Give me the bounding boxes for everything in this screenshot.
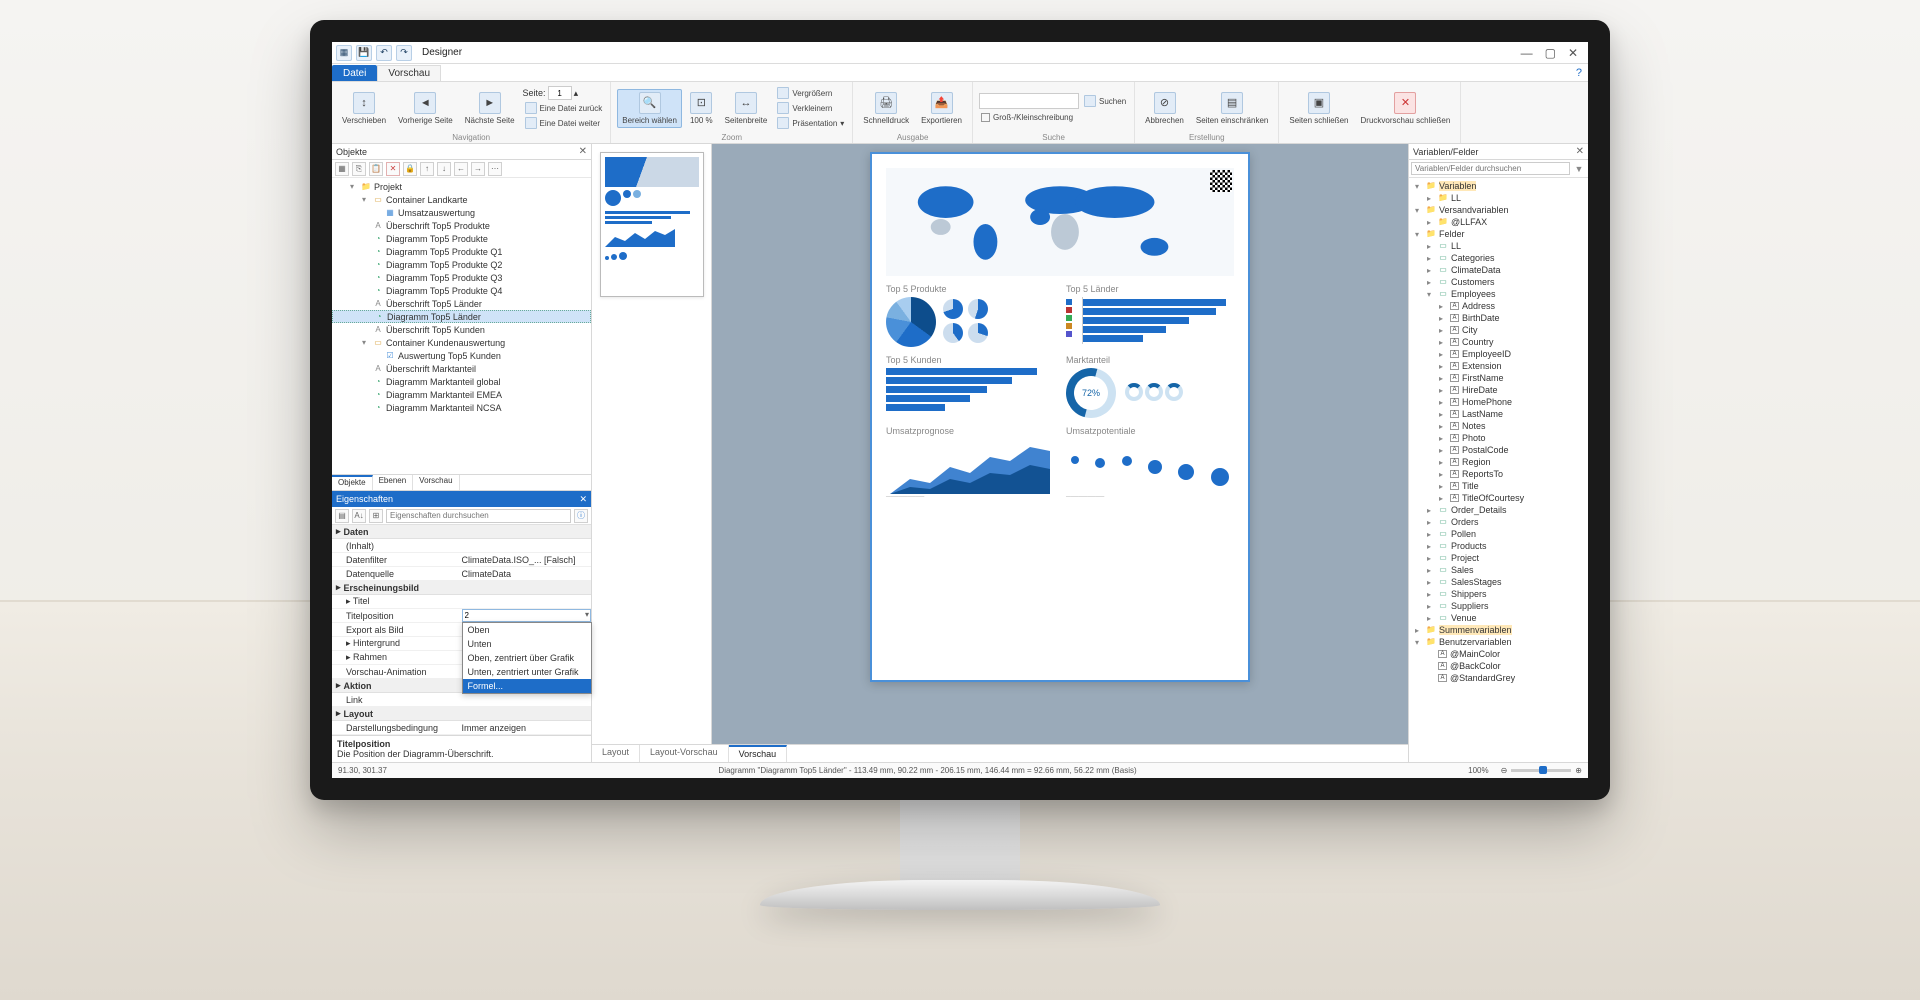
props-search-input[interactable] [386,509,571,523]
zoom-label: 100% [1468,766,1488,775]
presentation-button[interactable]: Präsentation ▾ [775,116,846,130]
vars-panel-header: Variablen/Felder✕ [1409,144,1588,160]
close-preview-button[interactable]: ✕Druckvorschau schließen [1357,90,1455,127]
search-button[interactable]: Suchen [1082,93,1128,109]
props-info-icon[interactable]: ⓘ [574,509,588,523]
spinner-up-icon[interactable]: ▴ [574,88,579,99]
center-tab-layout[interactable]: Layout [592,745,640,762]
maximize-button[interactable]: ▢ [1545,46,1556,60]
tb-down-icon[interactable]: ↓ [437,162,451,176]
next-page-button[interactable]: ►Nächste Seite [461,90,519,127]
ribbon-tabstrip: Datei Vorschau ? [332,64,1588,82]
tb-copy-icon[interactable]: ⎘ [352,162,366,176]
zoom-slider[interactable]: ⊖ ⊕ [1501,766,1582,775]
search-input[interactable] [979,93,1079,109]
tab-preview[interactable]: Vorschau [377,65,441,81]
help-icon[interactable]: ? [1570,65,1588,81]
zoom-in-icon[interactable]: ⊕ [1575,766,1582,775]
minimize-button[interactable]: — [1521,46,1533,60]
tb-up-icon[interactable]: ↑ [420,162,434,176]
page-input[interactable] [548,86,572,100]
forecast-chart: Umsatzprognose ───────── [886,426,1054,500]
export-button[interactable]: 📤Exportieren [917,90,966,127]
center-tab-layout-preview[interactable]: Layout-Vorschau [640,745,729,762]
objects-tree[interactable]: ▾📁Projekt ▾▭Container Landkarte ▦Umsatza… [332,178,591,474]
vars-close-icon[interactable]: ✕ [1576,146,1584,157]
file-back-button[interactable]: Eine Datei zurück [523,101,605,115]
prev-page-button[interactable]: ◄Vorherige Seite [394,90,457,127]
qat-redo-icon[interactable]: ↷ [396,45,412,61]
select-area-button[interactable]: 🔍Bereich wählen [617,89,682,128]
qr-code [1210,170,1232,192]
preview-area[interactable]: Top 5 Produkte [712,144,1408,744]
zoom-out-icon[interactable]: ⊖ [1501,766,1508,775]
qat-undo-icon[interactable]: ↶ [376,45,392,61]
objects-tab[interactable]: Objekte [332,475,373,490]
center-tab-preview[interactable]: Vorschau [729,745,788,762]
close-button[interactable]: ✕ [1568,46,1578,60]
case-sensitive-checkbox[interactable]: Groß-/Kleinschreibung [979,112,1128,123]
window-title: Designer [422,47,462,58]
page-spinner[interactable]: Seite: ▴ [523,86,605,100]
tb-delete-icon[interactable]: ✕ [386,162,400,176]
top5-products-chart: Top 5 Produkte [886,284,1054,347]
props-expand-icon[interactable]: ⊞ [369,509,383,523]
report-page: Top 5 Produkte [870,152,1250,682]
move-button[interactable]: ↕Verschieben [338,90,390,127]
qat-app-icon[interactable]: ▦ [336,45,352,61]
restrict-pages-button[interactable]: ▤Seiten einschränken [1192,90,1273,127]
world-map-chart [886,168,1234,276]
objects-close-icon[interactable]: ✕ [579,146,587,157]
cancel-button[interactable]: ⊘Abbrechen [1141,90,1188,127]
page-thumbnail[interactable] [600,152,704,297]
vars-tree[interactable]: ▾📁Variablen ▸📁LL ▾📁Versandvariablen ▸📁@L… [1409,178,1588,762]
objects-toolbar: ▦ ⎘ 📋 ✕ 🔒 ↑ ↓ ← → ⋯ [332,160,591,178]
status-bar: 91.30, 301.37 Diagramm "Diagramm Top5 Lä… [332,762,1588,778]
tb-left-icon[interactable]: ← [454,162,468,176]
preview-tab[interactable]: Vorschau [413,475,459,490]
tb-lock-icon[interactable]: 🔒 [403,162,417,176]
tb-right-icon[interactable]: → [471,162,485,176]
quickprint-button[interactable]: 🖨Schnelldruck [859,90,913,127]
close-pages-button[interactable]: ▣Seiten schließen [1285,90,1352,127]
props-close-icon[interactable]: ✕ [579,494,587,505]
ribbon: ↕Verschieben ◄Vorherige Seite ►Nächste S… [332,82,1588,144]
zoom-100-button[interactable]: ⊡100 % [686,90,717,127]
qat-save-icon[interactable]: 💾 [356,45,372,61]
vars-search-input[interactable] [1411,162,1570,175]
file-forward-button[interactable]: Eine Datei weiter [523,116,605,130]
props-cat-icon[interactable]: ▤ [335,509,349,523]
selected-tree-item: ◔Diagramm Top5 Länder [332,310,591,323]
selection-info: Diagramm "Diagramm Top5 Länder" - 113.49… [718,766,1136,775]
layers-tab[interactable]: Ebenen [373,475,414,490]
top5-countries-chart: Top 5 Länder [1066,284,1234,347]
cursor-position: 91.30, 301.37 [338,766,387,775]
objects-panel-header: Objekte✕ [332,144,591,160]
titleposition-value[interactable]: ▾ Oben Unten Oben, zentriert über Grafik… [462,609,592,622]
tab-file[interactable]: Datei [332,65,377,81]
thumbnail-strip[interactable] [592,144,712,744]
marketshare-chart: Marktanteil 72% [1066,355,1234,418]
tb-new-icon[interactable]: ▦ [335,162,349,176]
filter-icon[interactable]: ▼ [1572,162,1586,176]
tb-more-icon[interactable]: ⋯ [488,162,502,176]
zoom-out-button[interactable]: Verkleinern [775,101,846,115]
properties-panel: Eigenschaften✕ ▤ A↓ ⊞ ⓘ ▸Daten (Inhalt) … [332,490,591,762]
props-sort-icon[interactable]: A↓ [352,509,366,523]
potential-chart: Umsatzpotentiale ───────── [1066,426,1234,500]
zoom-in-button[interactable]: Vergrößern [775,86,846,100]
top5-customers-chart: Top 5 Kunden [886,355,1054,418]
page-width-button[interactable]: ↔Seitenbreite [721,90,772,127]
titleposition-dropdown[interactable]: Oben Unten Oben, zentriert über Grafik U… [462,622,592,694]
title-bar: ▦ 💾 ↶ ↷ Designer — ▢ ✕ [332,42,1588,64]
tb-paste-icon[interactable]: 📋 [369,162,383,176]
